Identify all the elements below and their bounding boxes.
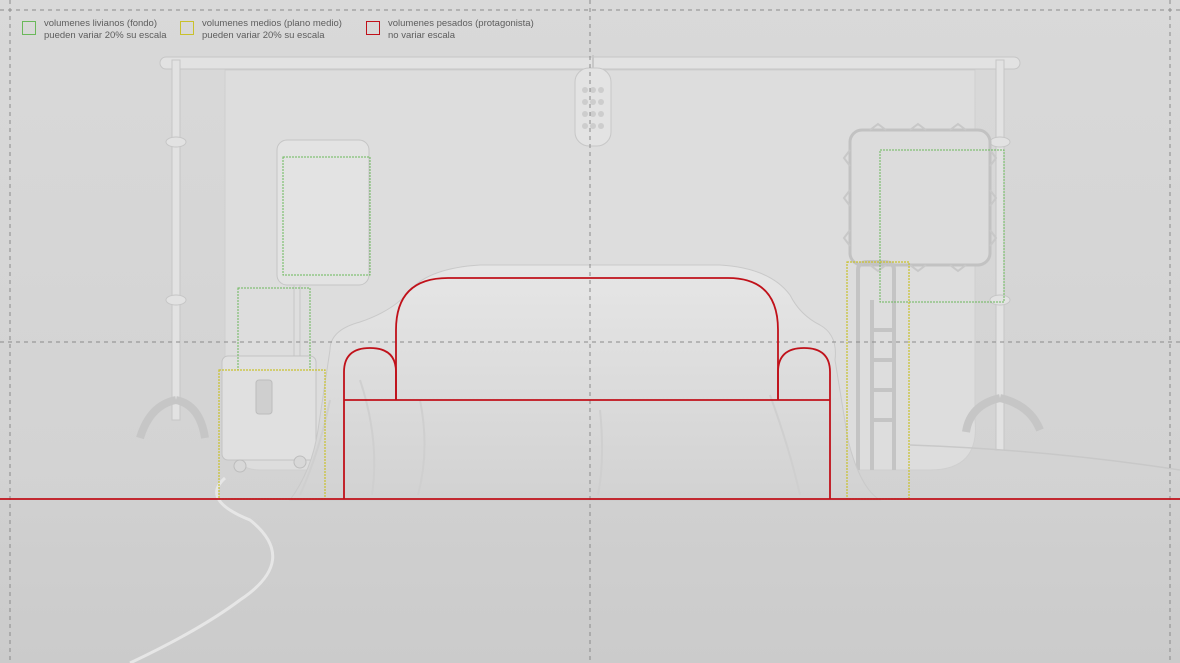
- studio-scene: [0, 0, 1180, 663]
- legend-swatch-yellow: [180, 21, 194, 35]
- equipment-case: [221, 355, 317, 473]
- composition-guide-canvas: volumenes livianos (fondo) pueden variar…: [0, 0, 1180, 663]
- legend-swatch-green: [22, 21, 36, 35]
- legend-heavy-volumes: volumenes pesados (protagonista) no vari…: [366, 18, 534, 42]
- legend-medium-volumes: volumenes medios (plano medio) pueden va…: [180, 18, 342, 42]
- legend-label: volumenes pesados (protagonista): [388, 18, 534, 29]
- legend-note: no variar escala: [388, 30, 456, 41]
- legend-text-light: volumenes livianos (fondo) pueden variar…: [44, 18, 167, 42]
- legend-text-medium: volumenes medios (plano medio) pueden va…: [202, 18, 342, 42]
- lighted-mirror: [842, 122, 998, 273]
- legend-note: pueden variar 20% su escala: [202, 30, 325, 41]
- legend-text-heavy: volumenes pesados (protagonista) no vari…: [388, 18, 534, 42]
- legend-light-volumes: volumenes livianos (fondo) pueden variar…: [22, 18, 167, 42]
- legend-label: volumenes medios (plano medio): [202, 18, 342, 29]
- legend-label: volumenes livianos (fondo): [44, 18, 158, 29]
- legend-swatch-red: [366, 21, 380, 35]
- legend-note: pueden variar 20% su escala: [44, 30, 167, 41]
